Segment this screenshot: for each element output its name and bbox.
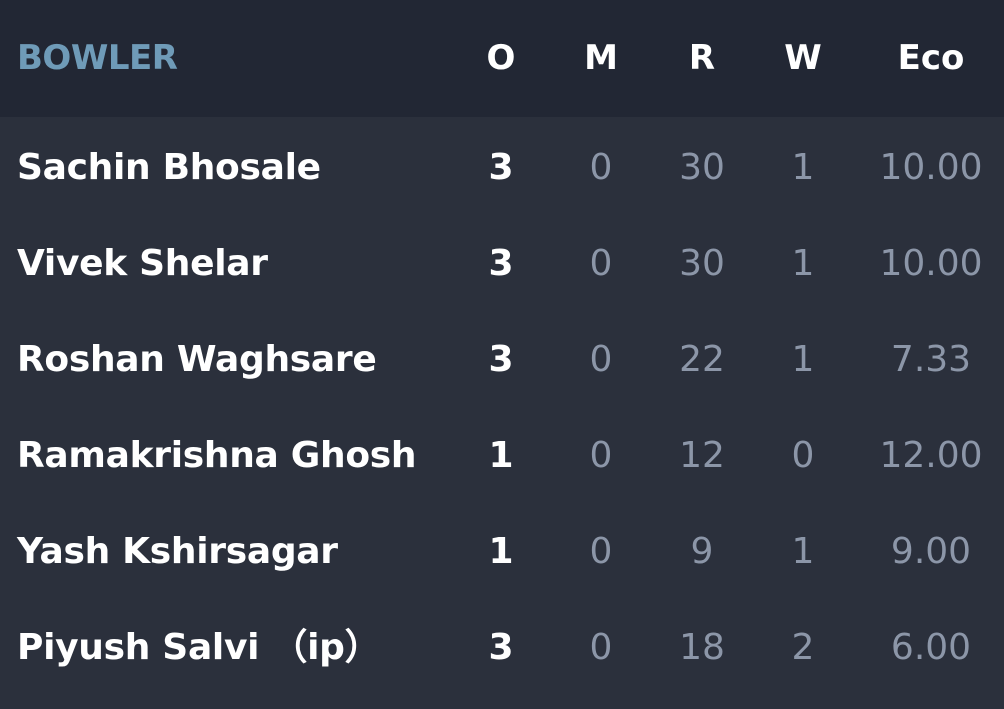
economy-value: 10.00 (879, 243, 983, 284)
bowler-name[interactable]: Ramakrishna Ghosh (17, 408, 417, 504)
bowler-name[interactable]: Piyush Salvi （ip） (17, 600, 381, 696)
bowler-name[interactable]: Sachin Bhosale (17, 120, 321, 216)
overs-value: 3 (488, 243, 514, 284)
overs-value: 1 (488, 435, 514, 476)
table-row[interactable]: Ramakrishna Ghosh 1 0 12 0 12.00 (0, 408, 1004, 504)
runs-value: 12 (679, 435, 725, 476)
wickets-value: 2 (791, 627, 815, 668)
wickets-value: 1 (791, 531, 815, 572)
wickets-value: 0 (791, 435, 815, 476)
table-row[interactable]: Roshan Waghsare 3 0 22 1 7.33 (0, 312, 1004, 408)
overs-value: 1 (488, 531, 514, 572)
maidens-value: 0 (589, 339, 613, 380)
runs-value: 22 (679, 339, 725, 380)
maidens-value: 0 (589, 627, 613, 668)
header-bowler: BOWLER (17, 38, 178, 78)
table-row[interactable]: Sachin Bhosale 3 0 30 1 10.00 (0, 120, 1004, 216)
runs-value: 9 (690, 531, 714, 572)
bowler-name[interactable]: Vivek Shelar (17, 216, 268, 312)
runs-value: 18 (679, 627, 725, 668)
bowling-scorecard: BOWLER O M R W Eco Sachin Bhosale 3 0 30… (0, 0, 1004, 709)
overs-value: 3 (488, 147, 514, 188)
maidens-value: 0 (589, 147, 613, 188)
header-maidens: M (584, 38, 618, 78)
table-row[interactable]: Yash Kshirsagar 1 0 9 1 9.00 (0, 504, 1004, 600)
table-header: BOWLER O M R W Eco (0, 0, 1004, 117)
economy-value: 10.00 (879, 147, 983, 188)
header-runs: R (688, 38, 716, 78)
economy-value: 9.00 (890, 531, 972, 572)
table-row[interactable]: Piyush Salvi （ip） 3 0 18 2 6.00 (0, 600, 1004, 696)
header-economy: Eco (897, 38, 965, 78)
economy-value: 6.00 (890, 627, 972, 668)
table-row[interactable]: Vivek Shelar 3 0 30 1 10.00 (0, 216, 1004, 312)
maidens-value: 0 (589, 435, 613, 476)
overs-value: 3 (488, 627, 514, 668)
overs-value: 3 (488, 339, 514, 380)
header-overs: O (486, 38, 516, 78)
economy-value: 7.33 (890, 339, 972, 380)
wickets-value: 1 (791, 243, 815, 284)
bowler-name[interactable]: Roshan Waghsare (17, 312, 377, 408)
bowler-name[interactable]: Yash Kshirsagar (17, 504, 338, 600)
maidens-value: 0 (589, 243, 613, 284)
runs-value: 30 (679, 243, 725, 284)
wickets-value: 1 (791, 147, 815, 188)
wickets-value: 1 (791, 339, 815, 380)
economy-value: 12.00 (879, 435, 983, 476)
header-wickets: W (784, 38, 822, 78)
maidens-value: 0 (589, 531, 613, 572)
runs-value: 30 (679, 147, 725, 188)
